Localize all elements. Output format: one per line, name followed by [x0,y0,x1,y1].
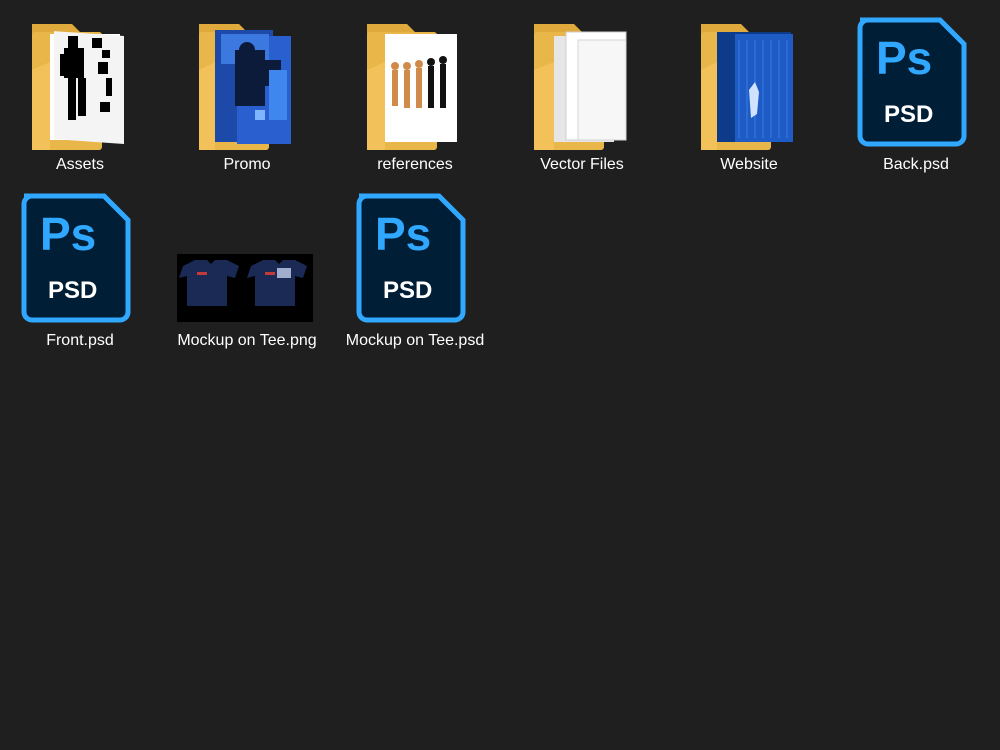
folder-icon [177,10,317,150]
folder-references[interactable]: references [345,10,485,176]
item-label: Promo [223,156,271,173]
item-label: references [377,156,453,173]
file-mockup-on-tee-png[interactable]: Mockup on Tee.png [177,186,317,352]
item-label: Mockup on Tee.psd [345,332,485,349]
item-label: Assets [55,156,104,173]
file-front-psd[interactable]: Ps PSD Front.psd [10,186,150,352]
folder-assets[interactable]: Assets [10,10,150,176]
image-thumbnail [177,186,317,326]
psd-text: PSD [48,277,97,304]
file-mockup-on-tee-psd[interactable]: Ps PSD Mockup on Tee.psd [345,186,485,352]
folder-vector-files[interactable]: Vector Files [512,10,652,176]
item-label: Mockup on Tee.png [177,332,317,349]
item-label: Vector Files [540,156,624,173]
ps-text: Ps [876,32,932,84]
photoshop-psd-icon: Ps PSD [10,186,150,326]
ps-text: Ps [40,208,96,260]
folder-icon [512,10,652,150]
folder-icon [345,10,485,150]
file-back-psd[interactable]: Ps PSD Back.psd [846,10,986,176]
item-label: Website [720,156,778,173]
psd-text: PSD [383,277,432,304]
file-explorer-pane: Assets Promo references Vector Files Web… [0,0,1000,750]
ps-text: Ps [375,208,431,260]
folder-icon [679,10,819,150]
folder-promo[interactable]: Promo [177,10,317,176]
folder-icon [10,10,150,150]
photoshop-psd-icon: Ps PSD [846,10,986,150]
item-label: Front.psd [46,332,114,349]
psd-text: PSD [884,101,933,128]
photoshop-psd-icon: Ps PSD [345,186,485,326]
folder-website[interactable]: Website [679,10,819,176]
item-label: Back.psd [883,156,949,173]
